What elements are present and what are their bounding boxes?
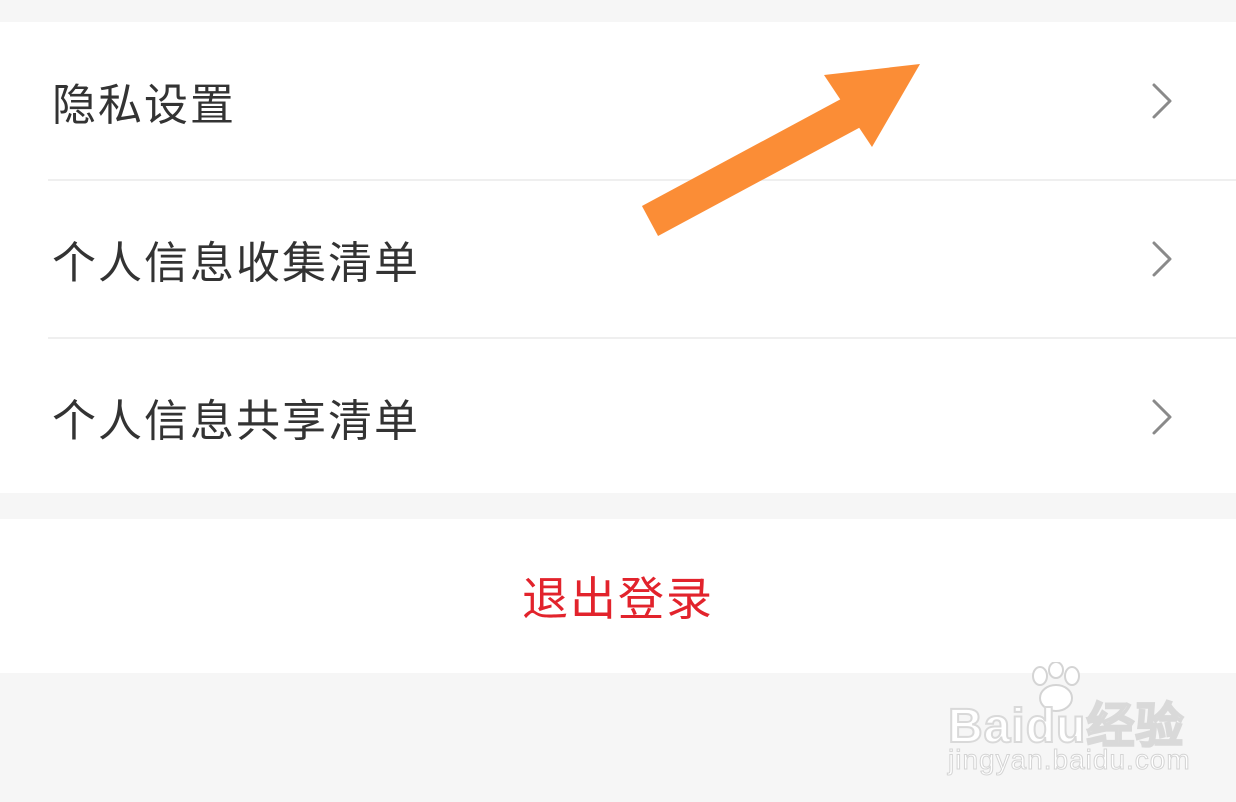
settings-page: 隐私设置 个人信息收集清单 个人信息共享清单 退出登录 Baidu经验 jing… — [0, 0, 1236, 802]
menu-item-privacy-settings[interactable]: 隐私设置 — [0, 22, 1236, 179]
logout-group: 退出登录 — [0, 519, 1236, 673]
logout-label: 退出登录 — [522, 572, 714, 626]
menu-item-personal-info-collection-list[interactable]: 个人信息收集清单 — [0, 180, 1236, 337]
menu-item-personal-info-sharing-list[interactable]: 个人信息共享清单 — [0, 338, 1236, 495]
menu-item-label: 个人信息共享清单 — [52, 395, 420, 447]
chevron-right-icon — [1152, 399, 1172, 434]
chevron-right-icon — [1152, 241, 1172, 276]
logout-button[interactable]: 退出登录 — [0, 519, 1236, 673]
menu-item-label: 隐私设置 — [52, 79, 236, 131]
privacy-menu-group: 隐私设置 个人信息收集清单 个人信息共享清单 — [0, 22, 1236, 493]
chevron-right-icon — [1152, 83, 1172, 118]
menu-item-label: 个人信息收集清单 — [52, 237, 420, 289]
watermark: Baidu经验 jingyan.baidu.com — [944, 662, 1190, 782]
watermark-url: jingyan.baidu.com — [948, 744, 1191, 776]
